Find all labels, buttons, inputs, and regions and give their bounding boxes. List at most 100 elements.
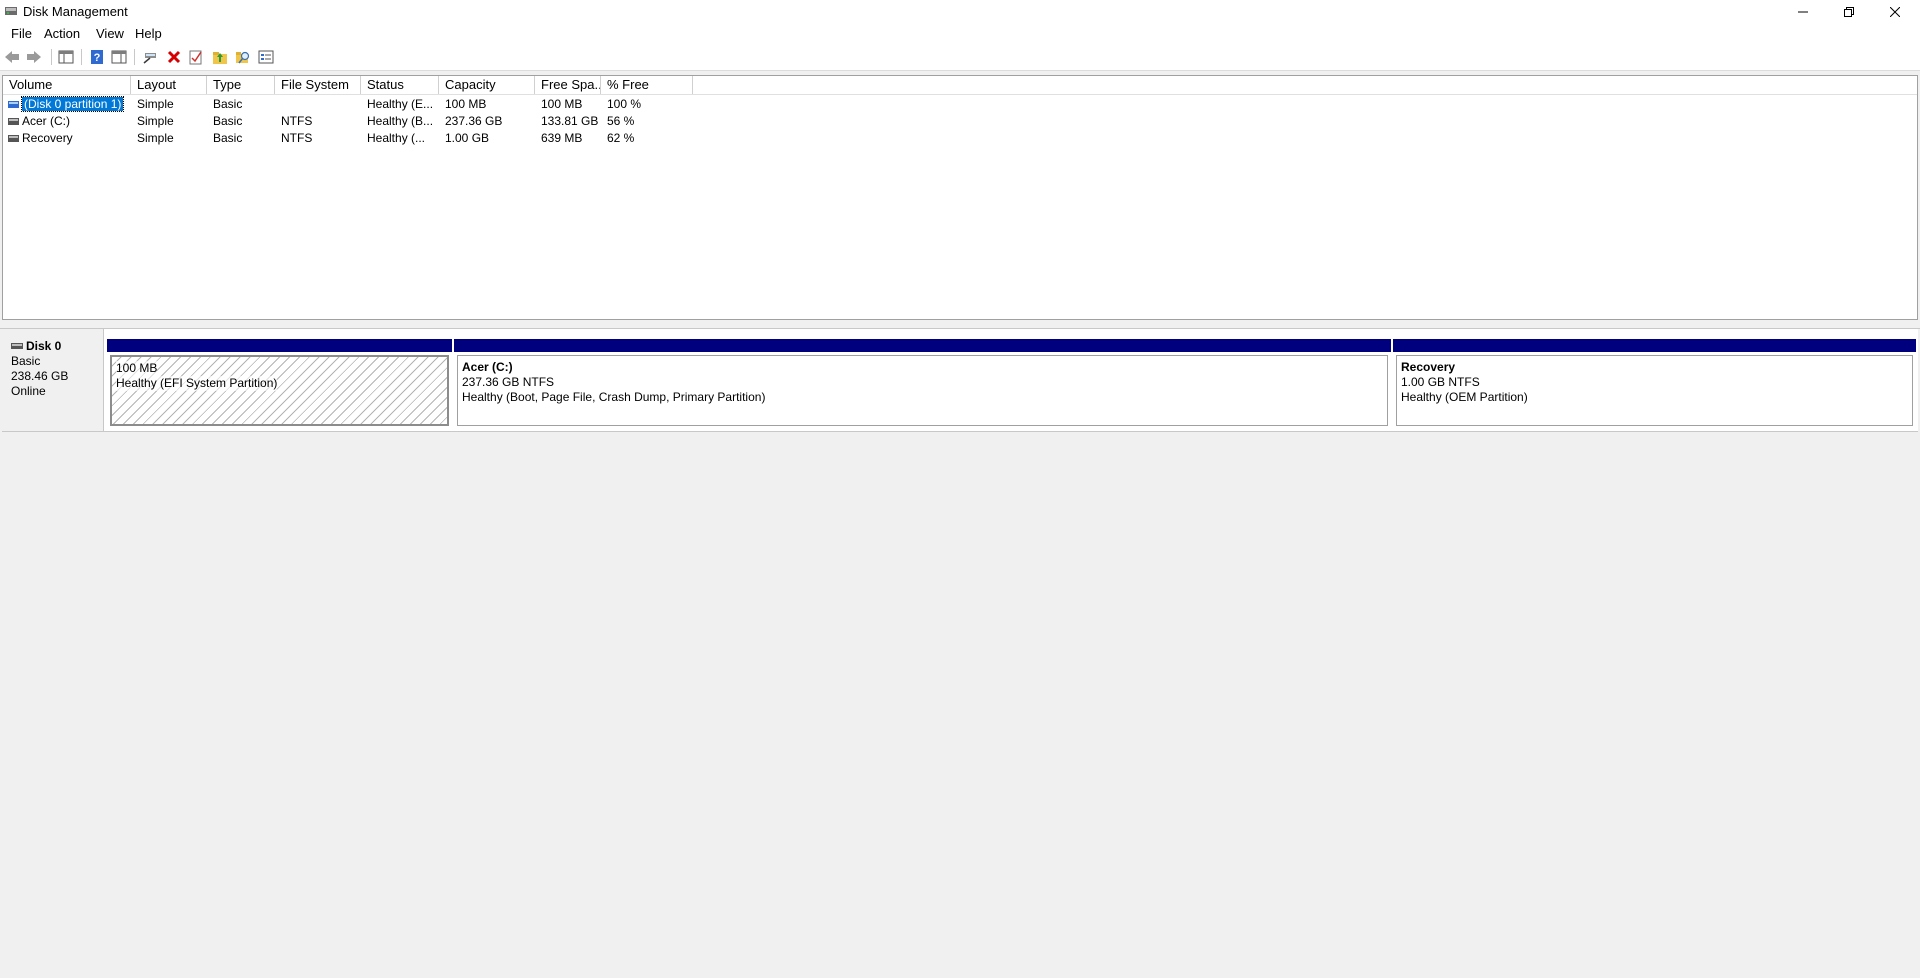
volume-free-space: 639 MB — [541, 131, 583, 145]
properties-list-button[interactable] — [258, 49, 274, 65]
volume-name: (Disk 0 partition 1) — [20, 96, 125, 112]
volume-name: Acer (C:) — [22, 114, 70, 128]
column-header-layout[interactable]: Layout — [131, 76, 207, 94]
table-row[interactable]: (Disk 0 partition 1) Simple Basic Health… — [3, 96, 1917, 113]
volume-list[interactable]: Volume Layout Type File System Status Ca… — [2, 75, 1918, 320]
connect-icon — [143, 53, 156, 64]
column-header-percent-free[interactable]: % Free — [601, 76, 693, 94]
partition-status: Healthy (Boot, Page File, Crash Dump, Pr… — [462, 390, 766, 404]
properties-icon — [111, 50, 127, 64]
open-folder-icon — [213, 52, 227, 64]
disk-row: Disk 0 Basic 238.46 GB Online 100 MB Hea… — [2, 329, 1918, 432]
title-bar: Disk Management — [0, 0, 1920, 24]
disk-label[interactable]: Disk 0 Basic 238.46 GB Online — [2, 329, 104, 431]
partition-acer-c[interactable]: Acer (C:) 237.36 GB NTFS Healthy (Boot, … — [454, 339, 1391, 429]
disk-size: 238.46 GB — [11, 369, 69, 383]
back-button[interactable] — [4, 49, 20, 65]
volume-percent-free: 62 % — [607, 131, 635, 145]
volume-capacity: 1.00 GB — [445, 131, 490, 145]
search-folder-button[interactable] — [235, 49, 251, 65]
volume-type: Basic — [213, 97, 243, 111]
disk-graphical-view[interactable]: Disk 0 Basic 238.46 GB Online 100 MB Hea… — [2, 329, 1918, 977]
volume-free-space: 100 MB — [541, 97, 583, 111]
volume-layout: Simple — [137, 114, 174, 128]
partition-name: Recovery — [1401, 360, 1456, 374]
column-header-file-system[interactable]: File System — [275, 76, 361, 94]
properties-list-icon — [258, 50, 274, 64]
partition-bar — [1393, 339, 1916, 352]
minimize-icon — [1798, 11, 1808, 13]
show-hide-console-tree-icon — [58, 50, 74, 64]
volume-percent-free: 100 % — [607, 97, 642, 111]
column-header-free-space[interactable]: Free Spa... — [535, 76, 601, 94]
partition-size: 1.00 GB NTFS — [1401, 375, 1480, 389]
partition-body: 100 MB Healthy (EFI System Partition) — [110, 355, 449, 426]
partition-size: 237.36 GB NTFS — [462, 375, 555, 389]
window-title: Disk Management — [23, 4, 128, 19]
forward-button[interactable] — [26, 49, 42, 65]
column-header-status[interactable]: Status — [361, 76, 439, 94]
back-icon — [5, 51, 19, 63]
menu-view[interactable]: View — [94, 26, 126, 41]
table-row[interactable]: Recovery Simple Basic NTFS Healthy (... … — [3, 130, 1917, 147]
delete-icon — [167, 50, 181, 64]
menu-action[interactable]: Action — [42, 26, 82, 41]
restore-button[interactable] — [1826, 0, 1872, 24]
disk-management-icon — [5, 7, 17, 15]
disk-type: Basic — [11, 354, 41, 368]
toolbar: ? — [0, 44, 1920, 71]
delete-button[interactable] — [166, 49, 182, 65]
disk-status: Online — [11, 384, 46, 398]
minimize-button[interactable] — [1780, 0, 1826, 24]
svg-text:?: ? — [94, 52, 101, 64]
volume-capacity: 100 MB — [445, 97, 487, 111]
volume-status: Healthy (... — [367, 131, 426, 145]
menu-file[interactable]: File — [9, 26, 34, 41]
partition-status: Healthy (EFI System Partition) — [116, 376, 278, 391]
help-icon: ? — [91, 50, 103, 64]
volume-layout: Simple — [137, 131, 174, 145]
check-button[interactable] — [188, 49, 204, 65]
volume-list-header: Volume Layout Type File System Status Ca… — [3, 76, 1917, 95]
search-folder-icon — [236, 51, 250, 64]
volume-status: Healthy (B... — [367, 114, 434, 128]
volume-file-system: NTFS — [281, 114, 313, 128]
volume-status: Healthy (E... — [367, 97, 434, 111]
partition-recovery[interactable]: Recovery 1.00 GB NTFS Healthy (OEM Parti… — [1393, 339, 1916, 429]
toolbar-separator — [134, 49, 135, 65]
menu-help[interactable]: Help — [133, 26, 164, 41]
help-button[interactable]: ? — [89, 49, 105, 65]
partition-body: Recovery 1.00 GB NTFS Healthy (OEM Parti… — [1396, 355, 1913, 426]
toolbar-separator — [51, 49, 52, 65]
pane-splitter[interactable] — [0, 321, 1920, 329]
table-row[interactable]: Acer (C:) Simple Basic NTFS Healthy (B..… — [3, 113, 1917, 130]
column-header-capacity[interactable]: Capacity — [439, 76, 535, 94]
volume-layout: Simple — [137, 97, 174, 111]
restore-icon — [1844, 7, 1854, 17]
check-icon — [189, 50, 202, 65]
forward-icon — [27, 51, 41, 63]
toolbar-separator — [81, 49, 82, 65]
partition-name: Acer (C:) — [462, 360, 513, 374]
partition-status: Healthy (OEM Partition) — [1401, 390, 1528, 404]
volume-name: Recovery — [22, 131, 73, 145]
volume-file-system: NTFS — [281, 131, 313, 145]
volume-file-system — [275, 96, 361, 113]
volume-free-space: 133.81 GB — [541, 114, 599, 128]
disk-name: Disk 0 — [26, 339, 62, 353]
menu-bar: File Action View Help — [0, 24, 1920, 44]
partition-efi[interactable]: 100 MB Healthy (EFI System Partition) — [107, 339, 452, 429]
open-folder-button[interactable] — [212, 49, 228, 65]
properties-button[interactable] — [111, 49, 127, 65]
column-header-volume[interactable]: Volume — [3, 76, 131, 94]
close-button[interactable] — [1872, 0, 1918, 24]
show-hide-console-tree-button[interactable] — [58, 49, 74, 65]
volume-type: Basic — [213, 131, 243, 145]
column-header-type[interactable]: Type — [207, 76, 275, 94]
volume-type: Basic — [213, 114, 243, 128]
connect-button[interactable] — [142, 49, 158, 65]
partition-body: Acer (C:) 237.36 GB NTFS Healthy (Boot, … — [457, 355, 1388, 426]
partition-bar — [107, 339, 452, 352]
partition-bar — [454, 339, 1391, 352]
disk-icon — [11, 342, 23, 349]
